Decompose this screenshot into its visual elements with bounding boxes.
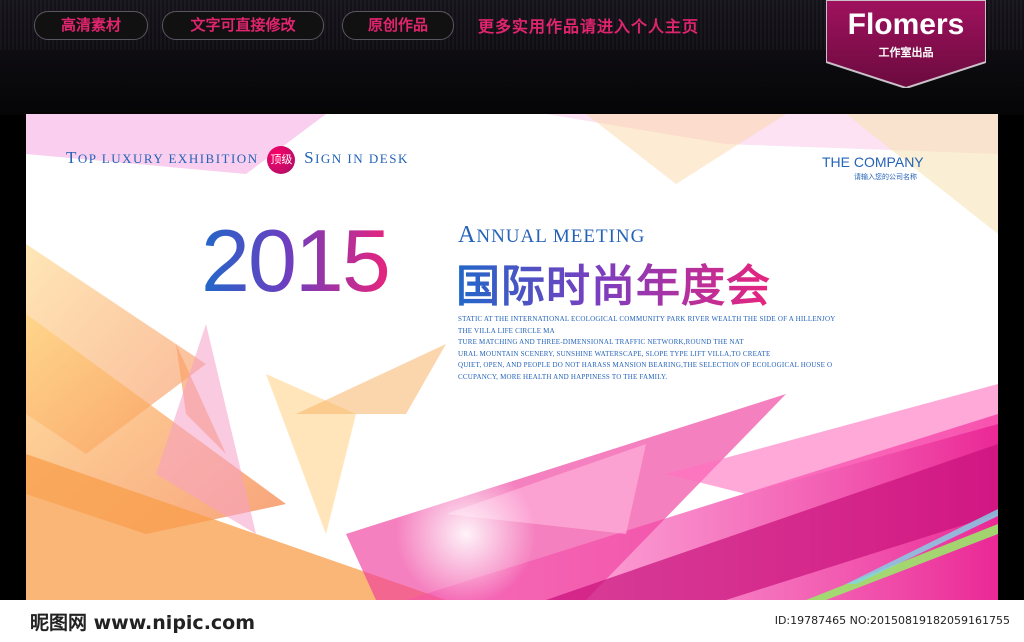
body-line: CCUPANCY, MORE HEALTH AND HAPPINESS TO T… [458,372,668,381]
site-logo[interactable]: 昵图网 www.nipic.com [30,608,255,635]
brand-sub: 工作室出品 [878,46,934,59]
body-line: THE VILLA LIFE CIRCLE MA [458,326,555,335]
pill-hd-material[interactable]: 高清素材 [34,11,148,40]
body-line: TURE MATCHING AND THREE-DIMENSIONAL TRAF… [458,338,744,346]
annual-meeting: ANNUAL MEETING [458,222,646,248]
year-title: 2015 [201,211,391,310]
brand-name: Flomers [847,8,965,41]
top-banner: 高清素材 文字可直接修改 原创作品 更多实用作品请进入个人主页 Flomers … [0,0,1024,115]
pill-original-work[interactable]: 原创作品 [342,11,454,40]
footer-bar: 昵图网 www.nipic.com ID:19787465 NO:2015081… [0,600,1024,642]
chinese-title: 国际时尚年度会 [456,250,771,314]
badge-dot: 顶级 [267,146,296,174]
studio-badge: Flomers 工作室出品 [826,0,986,88]
company-name: THE COMPANY [822,154,924,170]
body-text: STATIC AT THE INTERNATIONAL ECOLOGICAL C… [458,314,878,383]
body-line: STATIC AT THE INTERNATIONAL ECOLOGICAL C… [458,315,836,323]
slogan[interactable]: 更多实用作品请进入个人主页 [478,13,699,37]
poster: TOP LUXURY EXHIBITION 顶级 SIGN IN DESK TH… [26,114,998,600]
body-line: URAL MOUNTAIN SCENERY, SUNSHINE WATERSCA… [458,349,771,358]
top-luxury-tag: TOP LUXURY EXHIBITION 顶级 SIGN IN DESK [66,146,409,174]
body-line: QUIET, OPEN, AND PEOPLE DO NOT HARASS MA… [458,361,833,369]
company-sub: 请输入您的公司名称 [854,173,917,181]
pill-editable-text[interactable]: 文字可直接修改 [162,11,324,40]
image-id: ID:19787465 NO:20150819182059161755 [774,614,1010,627]
